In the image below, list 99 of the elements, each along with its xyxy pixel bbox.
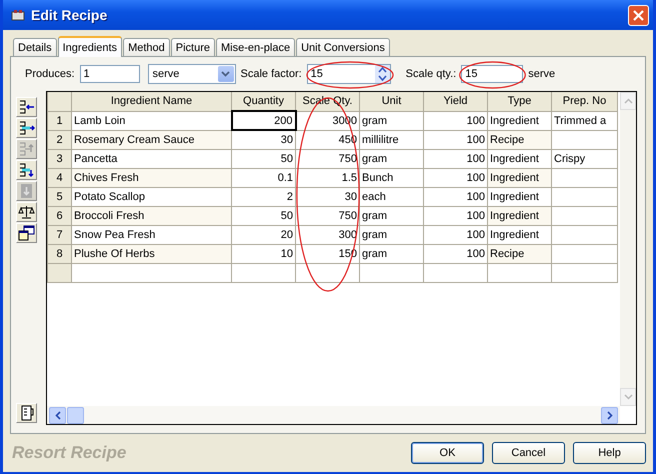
- column-header[interactable]: Unit: [360, 92, 424, 111]
- annotation-ellipse: [459, 61, 526, 89]
- tool-button[interactable]: [16, 160, 37, 180]
- rows-arrow-icon: [18, 141, 35, 157]
- table-cell: gram: [360, 225, 424, 244]
- tool-button[interactable]: [16, 403, 37, 423]
- row-number[interactable]: 6: [48, 206, 72, 225]
- input-field[interactable]: 15: [461, 65, 524, 83]
- tab[interactable]: Unit Conversions: [296, 38, 390, 56]
- row-number[interactable]: 4: [48, 168, 72, 187]
- column-header[interactable]: Type: [488, 92, 552, 111]
- balance-icon: [18, 204, 35, 220]
- dialog-button[interactable]: Help: [573, 442, 646, 464]
- table-cell: 100: [424, 187, 488, 206]
- table-cell: Pancetta: [72, 149, 232, 168]
- table-cell: Crispy: [552, 149, 618, 168]
- tab[interactable]: Mise-en-place: [216, 38, 296, 56]
- column-header[interactable]: Ingredient Name: [72, 92, 232, 111]
- unit-dropdown[interactable]: serve: [148, 64, 236, 84]
- table-cell: gram: [360, 206, 424, 225]
- table-cell: Ingredient: [488, 168, 552, 187]
- tab[interactable]: Details: [13, 38, 57, 56]
- column-header[interactable]: Quantity: [232, 92, 296, 111]
- table-cell: 20: [232, 225, 296, 244]
- rows-arrow-icon: [18, 162, 35, 178]
- row-number[interactable]: 7: [48, 225, 72, 244]
- tool-button[interactable]: [16, 223, 37, 243]
- unit-label: serve: [528, 68, 556, 80]
- tool-button[interactable]: [16, 97, 37, 117]
- table-cell: 1.5: [296, 168, 360, 187]
- table-cell: Trimmed a: [552, 111, 618, 130]
- table-cell: 30: [232, 130, 296, 149]
- table-cell: 100: [424, 244, 488, 263]
- rows-arrow-icon: [18, 99, 35, 115]
- table-cell: Ingredient: [488, 149, 552, 168]
- table-cell: 750: [296, 206, 360, 225]
- table-cell: Ingredient: [488, 225, 552, 244]
- table-cell: Ingredient: [488, 206, 552, 225]
- field-label: Produces:: [25, 68, 75, 80]
- table-cell: 30: [296, 187, 360, 206]
- scroll-thumb[interactable]: [67, 406, 84, 424]
- input-field[interactable]: 1: [80, 65, 140, 83]
- rows-arrow-icon: [18, 120, 35, 136]
- table-cell: 2: [232, 187, 296, 206]
- row-number[interactable]: 5: [48, 187, 72, 206]
- table-cell: 100: [424, 225, 488, 244]
- table-cell: Ingredient: [488, 187, 552, 206]
- table-cell: 200: [232, 111, 296, 130]
- tab[interactable]: Picture: [170, 38, 216, 56]
- row-number[interactable]: 8: [48, 244, 72, 263]
- vertical-scrollbar[interactable]: [620, 92, 636, 406]
- table-cell: gram: [360, 149, 424, 168]
- table-cell: 0.1: [232, 168, 296, 187]
- windows-icon: [18, 225, 35, 241]
- tool-button[interactable]: [16, 118, 37, 138]
- table-cell: Chives Fresh: [72, 168, 232, 187]
- table-cell: Recipe: [488, 130, 552, 149]
- table-cell: 750: [296, 149, 360, 168]
- jug-icon: [20, 405, 34, 421]
- close-icon: [633, 10, 644, 20]
- table-cell: each: [360, 187, 424, 206]
- row-number[interactable]: 2: [48, 130, 72, 149]
- window-title: Edit Recipe: [31, 7, 108, 23]
- table-cell: 50: [232, 149, 296, 168]
- spin-arrows-icon: [378, 66, 387, 82]
- table-cell: 100: [424, 168, 488, 187]
- table-cell: Ingredient: [488, 111, 552, 130]
- table-cell: gram: [360, 111, 424, 130]
- table-cell: millilitre: [360, 130, 424, 149]
- column-header[interactable]: Prep. No: [552, 92, 618, 111]
- close-button[interactable]: [628, 4, 649, 26]
- tool-button[interactable]: [16, 202, 37, 222]
- table-cell: 100: [424, 206, 488, 225]
- table-cell: 100: [424, 111, 488, 130]
- table-cell: Snow Pea Fresh: [72, 225, 232, 244]
- row-number[interactable]: 3: [48, 149, 72, 168]
- table-cell: 100: [424, 130, 488, 149]
- table-cell: gram: [360, 244, 424, 263]
- table-cell: Rosemary Cream Sauce: [72, 130, 232, 149]
- spin-field[interactable]: 15: [306, 64, 391, 84]
- table-cell: Bunch: [360, 168, 424, 187]
- tab[interactable]: Ingredients: [58, 36, 122, 57]
- table-cell: 50: [232, 206, 296, 225]
- field-label: Scale factor:: [240, 68, 302, 80]
- table-cell: Broccoli Fresh: [72, 206, 232, 225]
- table-cell: Potato Scallop: [72, 187, 232, 206]
- table-cell: Recipe: [488, 244, 552, 263]
- table-cell: 100: [424, 149, 488, 168]
- dialog-button[interactable]: OK: [411, 442, 484, 464]
- tab[interactable]: Method: [123, 38, 170, 56]
- field-label: Scale qty.:: [406, 68, 456, 80]
- table-cell: 10: [232, 244, 296, 263]
- app-icon: [11, 9, 25, 21]
- horizontal-scrollbar[interactable]: [47, 406, 620, 424]
- column-header[interactable]: Yield: [424, 92, 488, 111]
- brand-label: Resort Recipe: [11, 443, 126, 463]
- row-number[interactable]: 1: [48, 111, 72, 130]
- dialog-button[interactable]: Cancel: [492, 442, 565, 464]
- table-cell: Plushe Of Herbs: [72, 244, 232, 263]
